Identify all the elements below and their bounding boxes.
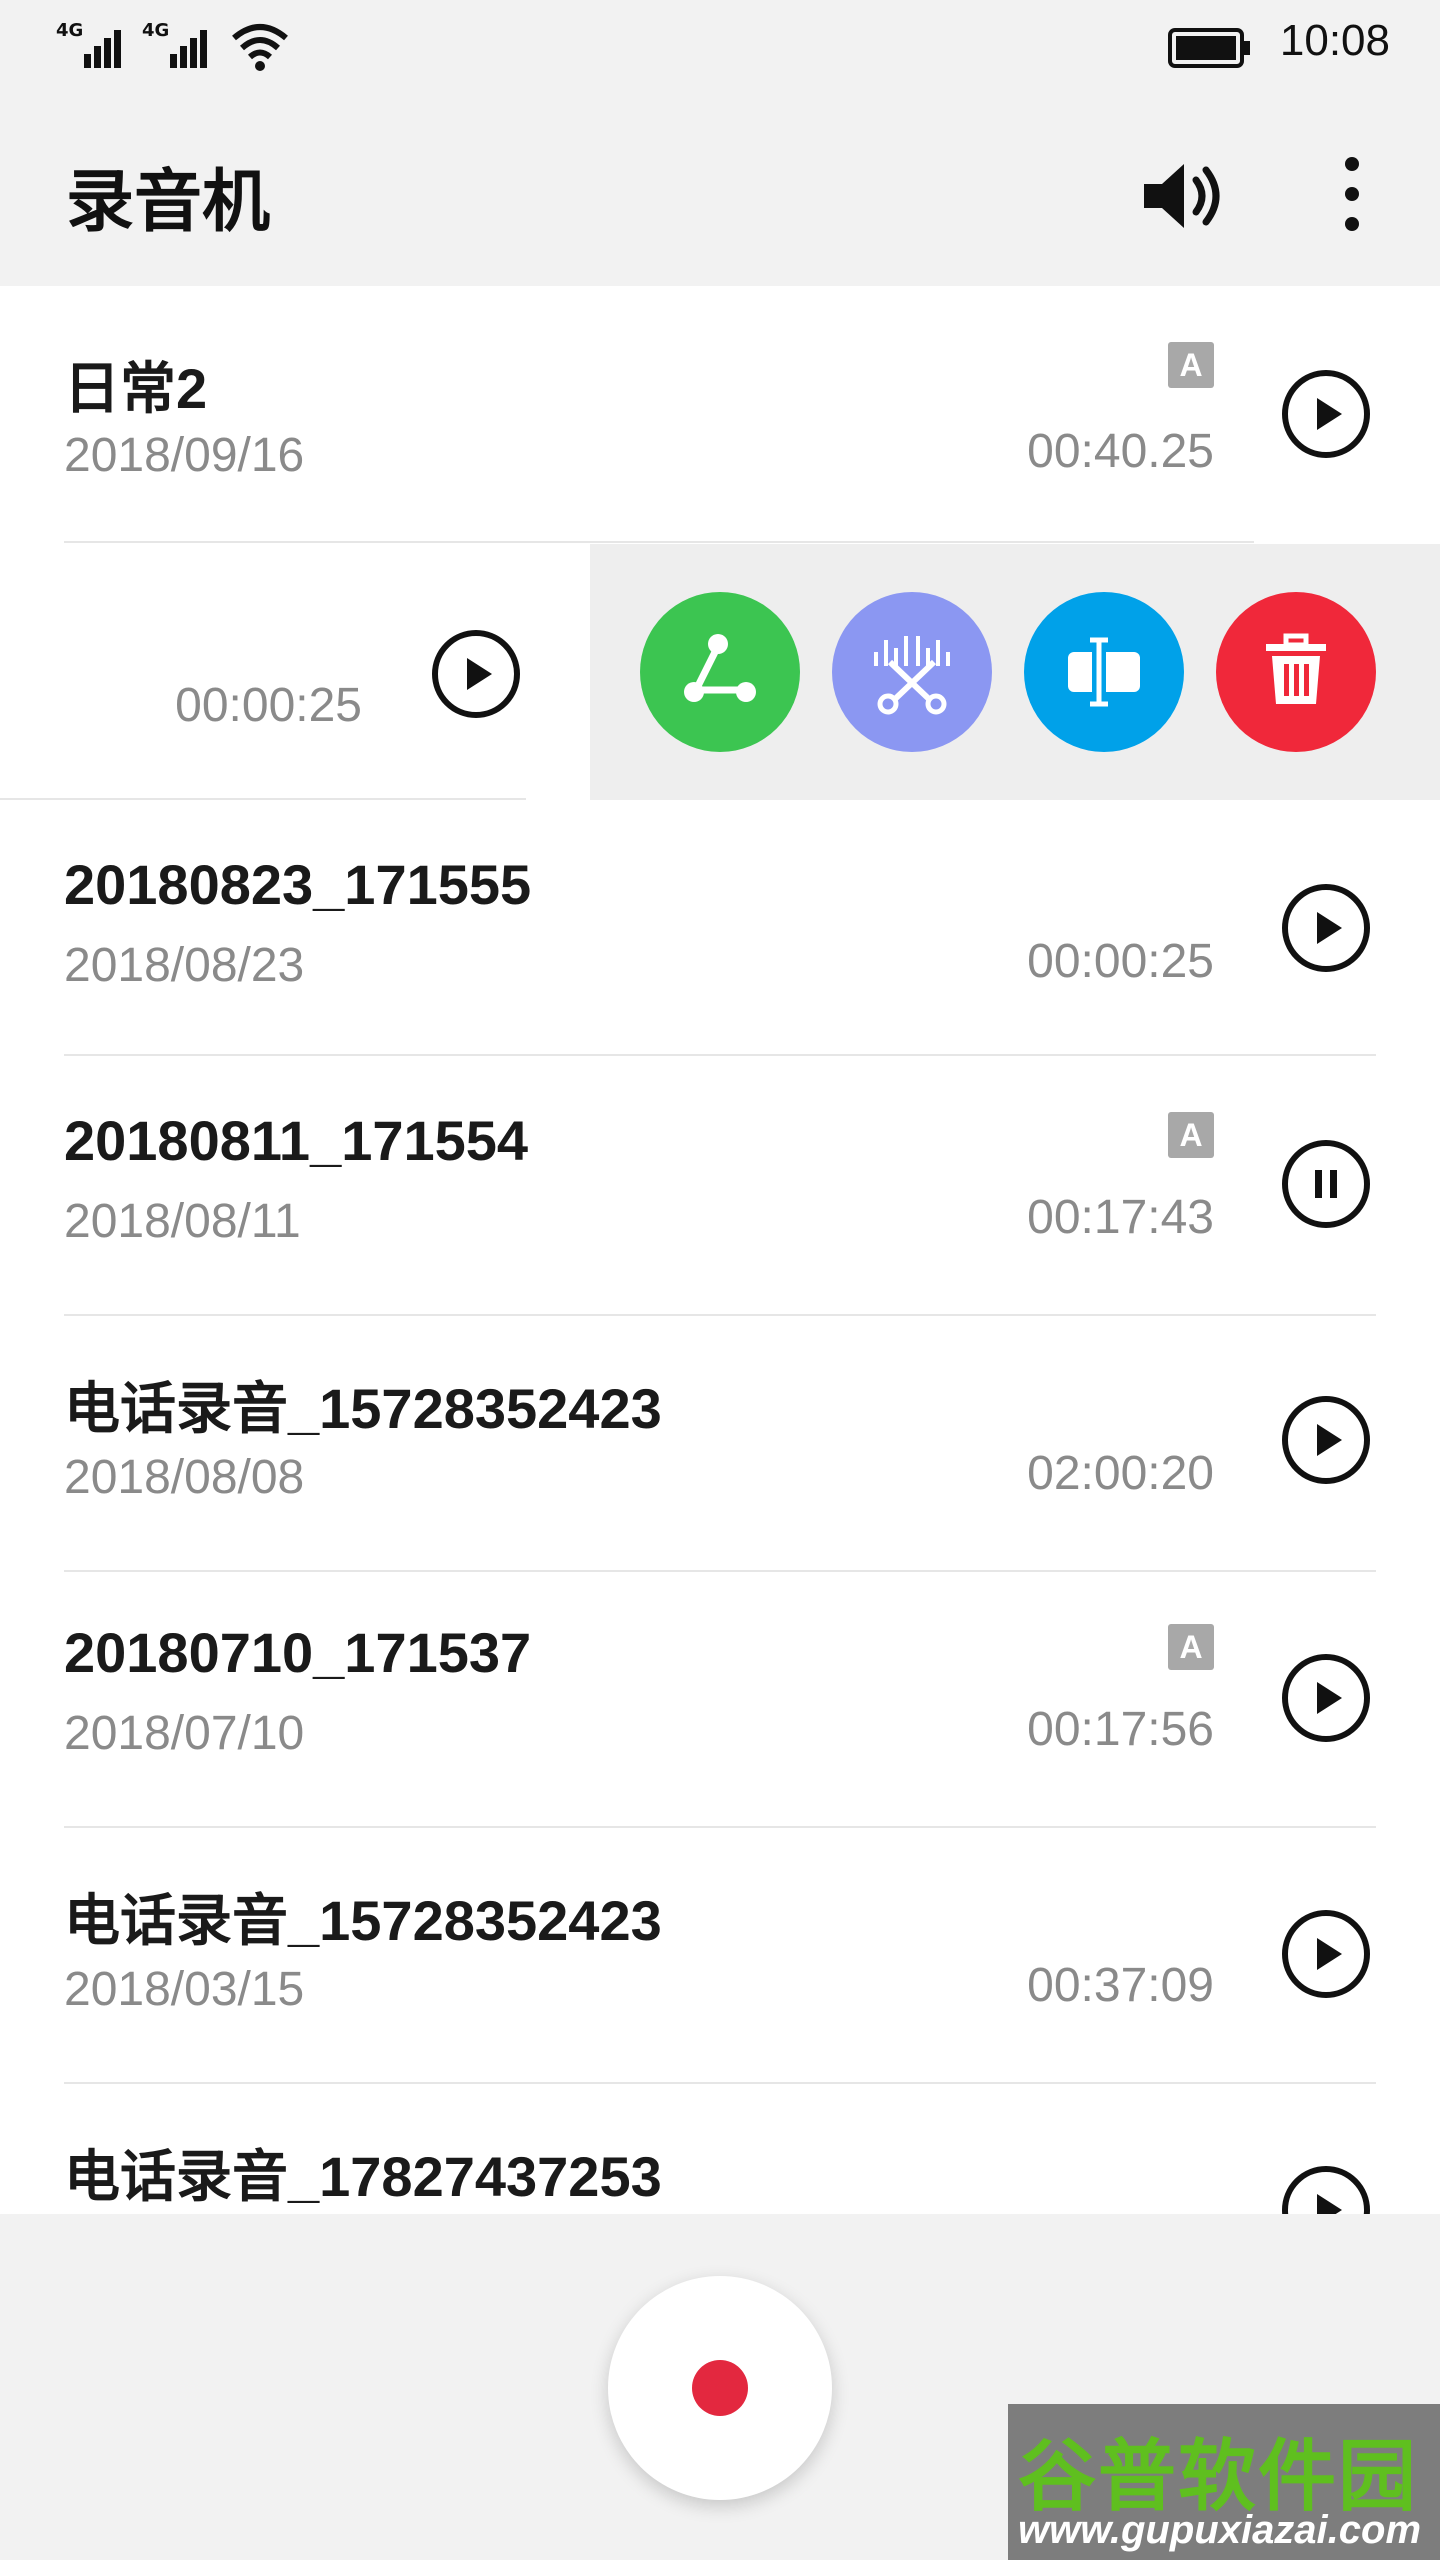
transcript-badge: A [1168,1112,1214,1158]
rename-icon [1068,637,1140,707]
speaker-button[interactable] [1134,148,1230,244]
clock: 10:08 [1279,16,1390,65]
transcript-badge: A [1168,342,1214,388]
recording-name: 20180811_171554 [64,1109,529,1172]
page-title: 录音机 [66,163,271,242]
recording-date: 2018/07/10 [64,1707,305,1760]
divider [64,541,1254,543]
play-icon[interactable] [1280,882,1372,974]
recording-item[interactable]: 20180811_171554 2018/08/11 A 00:17:43 [0,1056,1440,1314]
play-icon[interactable] [1280,368,1372,460]
record-button[interactable] [608,2276,832,2500]
play-icon[interactable] [1280,2164,1372,2214]
swipe-actions-panel [590,544,1440,800]
recording-duration: 00:17:43 [1027,1191,1214,1244]
app-bar: 录音机 [0,96,1440,286]
more-vertical-icon [1345,157,1359,231]
recording-item[interactable]: 日常2 2018/09/16 A 00:40.25 [0,286,1440,542]
recording-date: 2018/09/16 [64,429,305,482]
share-icon [684,634,756,702]
watermark-url: www.gupuxiazai.com [1018,2508,1422,2552]
record-icon [692,2360,748,2416]
watermark: 谷普软件园 www.gupuxiazai.com [1008,2404,1440,2560]
recording-name: 电话录音_15728352423 [64,1377,662,1440]
rename-button[interactable] [1024,592,1184,752]
recording-duration: 00:00:25 [1027,935,1214,988]
play-icon[interactable] [430,628,522,720]
transcript-badge: A [1168,1624,1214,1670]
recording-date: 2018/08/11 [64,1195,301,1248]
recording-item[interactable]: 电话录音_17827437253 [0,2084,1440,2214]
recording-list[interactable]: 日常2 2018/09/16 A 00:40.25 00:00:25 20180… [0,286,1440,2214]
recording-duration: 00:00:25 [175,679,362,732]
signal-icon [170,30,207,68]
recording-duration: 00:17:56 [1027,1703,1214,1756]
recording-name: 日常2 [64,357,208,420]
recording-name: 20180823_171555 [64,853,532,916]
recording-name: 20180710_171537 [64,1621,532,1684]
recording-duration: 00:40.25 [1027,425,1214,478]
trim-button[interactable] [832,592,992,752]
pause-icon[interactable] [1280,1138,1372,1230]
sim2-signal: 4G [142,20,216,72]
sim1-signal: 4G [56,20,130,72]
speaker-icon [1144,164,1220,228]
recording-date: 2018/03/15 [64,1963,305,2016]
recording-date: 2018/08/08 [64,1451,305,1504]
delete-icon [1266,633,1326,704]
play-icon[interactable] [1280,1652,1372,1744]
recording-duration: 00:37:09 [1027,1959,1214,2012]
recording-name: 电话录音_17827437253 [64,2145,662,2208]
trim-icon [874,636,950,715]
signal-icon [84,30,121,68]
recording-item[interactable]: 20180823_171555 2018/08/23 00:00:25 [0,800,1440,1056]
more-options-button[interactable] [1304,148,1400,244]
battery-icon [1168,28,1250,68]
play-icon[interactable] [1280,1394,1372,1486]
recording-item[interactable]: 20180710_171537 2018/07/10 A 00:17:56 [0,1572,1440,1828]
recording-item[interactable]: 电话录音_15728352423 2018/03/15 00:37:09 [0,1828,1440,2084]
recording-duration: 02:00:20 [1027,1447,1214,1500]
recording-date: 2018/08/23 [64,939,305,992]
status-bar: 4G 4G 10:08 [0,0,1440,96]
recording-name: 电话录音_15728352423 [64,1889,662,1952]
play-icon[interactable] [1280,1908,1372,2000]
wifi-icon [232,24,288,71]
share-button[interactable] [640,592,800,752]
delete-button[interactable] [1216,592,1376,752]
recording-item[interactable]: 电话录音_15728352423 2018/08/08 02:00:20 [0,1316,1440,1572]
